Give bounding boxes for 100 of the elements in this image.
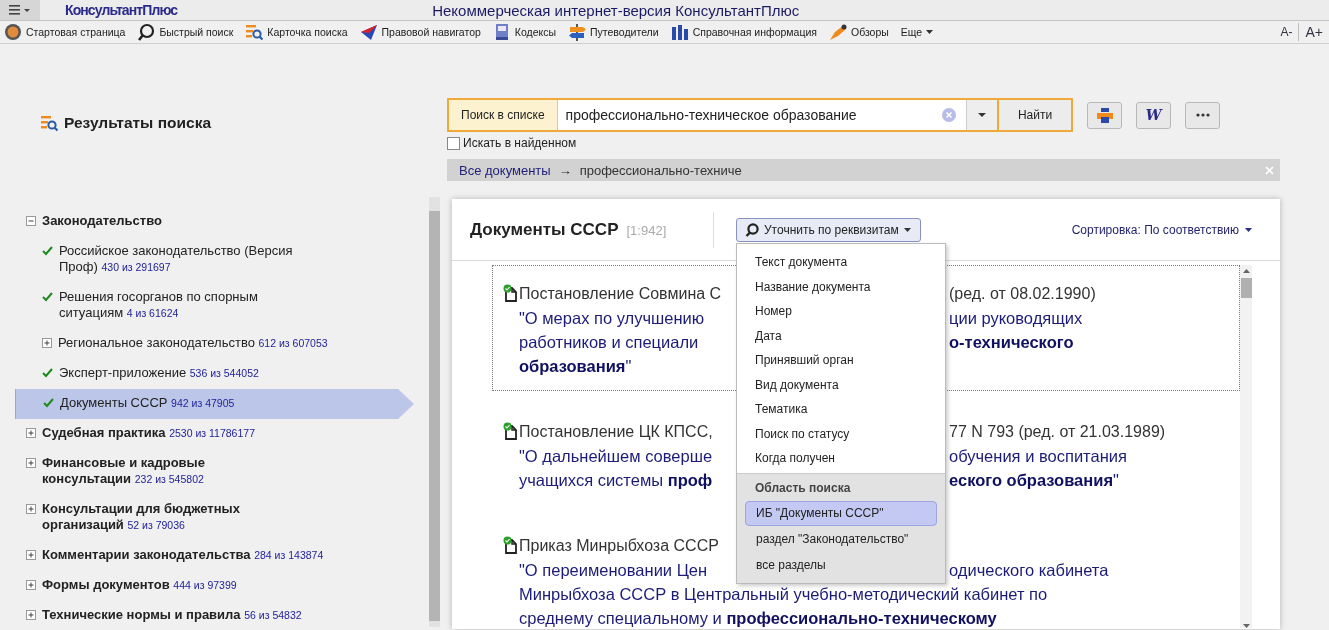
tree-item[interactable]: Законодательство — [15, 207, 415, 237]
refine-button[interactable]: Уточнить по реквизитам — [736, 217, 921, 242]
document-title[interactable]: среднему специальному и профессионально-техническому — [519, 608, 997, 628]
breadcrumb-separator: → — [558, 162, 572, 178]
menu-item[interactable]: Когда получен — [737, 446, 945, 471]
document-title[interactable]: Минрыбхоза СССР в Центральный учебно-методический кабинет по — [519, 584, 1048, 604]
tree-item[interactable]: Эксперт-приложение 536 из 544052 — [15, 359, 415, 389]
document-title[interactable]: образования" — [519, 356, 632, 376]
font-size-button[interactable]: A+ — [1305, 24, 1323, 40]
panel-title: Документы СССР — [470, 219, 619, 240]
expand-icon[interactable] — [26, 550, 36, 560]
tree-item[interactable]: Консультации для бюджетных организаций 52 из 79036 — [15, 495, 415, 541]
expand-icon[interactable] — [26, 580, 36, 590]
caret-icon[interactable] — [926, 29, 935, 35]
document-citation[interactable]: Постановление ЦК КПСС, — [519, 423, 737, 441]
bar-chart-icon[interactable] — [670, 23, 689, 41]
tree-item[interactable]: Документы СССР 942 из 47905 — [15, 389, 415, 419]
menu-option[interactable]: раздел "Законодательство" — [745, 526, 937, 552]
menu-item[interactable]: Вид документа — [737, 372, 945, 397]
document-title[interactable]: о-технического — [949, 332, 1074, 352]
signpost-icon[interactable] — [568, 23, 587, 41]
document-title[interactable]: еского образования" — [949, 470, 1119, 490]
menu-option[interactable]: ИБ "Документы СССР" — [745, 500, 937, 526]
toolbar-button[interactable]: Кодексы — [492, 23, 557, 41]
font-size-button[interactable]: A- — [1280, 25, 1293, 39]
search-icon[interactable] — [137, 23, 156, 41]
sort-dropdown[interactable]: Сортировка: По соответствию — [1071, 222, 1253, 237]
document-citation[interactable]: (ред. от 08.02.1990) — [949, 285, 1096, 303]
document-title[interactable]: обучения и воспитания — [949, 446, 1127, 466]
check-icon[interactable] — [43, 398, 54, 408]
ellipsis-icon[interactable] — [1195, 113, 1210, 117]
tree-item[interactable]: Формы документов 444 из 97399 — [15, 571, 415, 601]
menu-item[interactable]: Номер — [737, 299, 945, 324]
tree-item[interactable]: Региональное законодательство 612 из 607053 — [15, 329, 415, 359]
expand-icon[interactable] — [26, 458, 36, 468]
print-button[interactable] — [1087, 101, 1122, 129]
menu-item[interactable]: Название документа — [737, 274, 945, 299]
pen-icon[interactable] — [828, 23, 847, 41]
printer-icon[interactable] — [1096, 107, 1113, 123]
tree-item[interactable]: Финансовые и кадровые консультации 232 из 545802 — [15, 449, 415, 495]
toolbar-button[interactable]: Обзоры — [828, 23, 889, 41]
find-button[interactable]: Найти — [997, 100, 1071, 130]
menu-item[interactable]: Дата — [737, 323, 945, 348]
tree-item[interactable]: Российское законодательство (Версия Проф) 430 из 291697 — [15, 237, 415, 283]
check-icon[interactable] — [42, 246, 53, 256]
document-title[interactable]: "О переименовании Цен — [519, 560, 737, 580]
toolbar-button[interactable]: Справочная информация — [670, 23, 817, 41]
tree-item[interactable]: Решения госорганов по спорным ситуациям 4 из 61624 — [15, 283, 415, 329]
check-icon[interactable] — [42, 368, 53, 378]
document-title[interactable]: одического кабинета — [949, 560, 1109, 580]
document-citation[interactable]: 77 N 793 (ред. от 21.03.1989) — [949, 423, 1166, 441]
menu-item[interactable]: Тематика — [737, 397, 945, 422]
globe-icon[interactable] — [4, 23, 22, 41]
tree-item[interactable]: Технические нормы и правила 56 из 54832 — [15, 601, 415, 630]
breadcrumb-link[interactable]: Все документы — [459, 162, 551, 178]
menu-item[interactable]: Текст документа — [737, 250, 945, 275]
search-card-icon[interactable] — [245, 23, 264, 41]
document-title[interactable]: ции руководящих — [949, 308, 1083, 328]
document-title[interactable]: "О мерах по улучшению — [519, 308, 737, 328]
tree-item[interactable]: Комментарии законодательства 284 из 143874 — [15, 541, 415, 571]
document-title[interactable]: работников и специали — [519, 332, 737, 352]
caret-icon[interactable] — [903, 226, 912, 233]
toolbar-button[interactable]: Стартовая страница — [4, 23, 126, 41]
menu-icon[interactable] — [9, 4, 31, 16]
toolbar-button[interactable]: Еще — [900, 26, 935, 38]
tree-item[interactable]: Судебная практика 2530 из 11786177 — [15, 419, 415, 449]
toolbar-button[interactable]: Быстрый поиск — [137, 23, 234, 41]
toolbar-button[interactable]: Карточка поиска — [245, 23, 348, 41]
expand-icon[interactable] — [26, 428, 36, 438]
logo[interactable]: КонсультантПлюс — [65, 2, 178, 18]
menu-option[interactable]: все разделы — [745, 552, 937, 578]
checkbox-label[interactable]: Искать в найденном — [463, 136, 577, 150]
word-button[interactable]: W — [1136, 101, 1171, 129]
toolbar-button[interactable]: Правовой навигатор — [359, 23, 481, 41]
document-title[interactable]: "О дальнейшем соверше — [519, 446, 737, 466]
scroll-down-icon[interactable] — [1242, 623, 1250, 628]
toolbar-button[interactable]: Путеводители — [568, 23, 659, 41]
document-title[interactable]: учащихся системы проф — [519, 470, 737, 490]
check-icon[interactable] — [42, 292, 53, 302]
search-field[interactable]: профессионально-техническое образование — [557, 100, 966, 130]
scroll-up-icon[interactable] — [1242, 269, 1250, 274]
search-mode-label[interactable]: Поиск в списке — [449, 100, 558, 130]
pointer-icon[interactable] — [359, 23, 378, 41]
checkbox[interactable] — [447, 136, 460, 150]
caret-icon[interactable] — [977, 112, 987, 118]
expand-icon[interactable] — [26, 610, 36, 620]
menu-button[interactable] — [0, 0, 40, 20]
document-citation[interactable]: Приказ Минрыбхоза СССР — [519, 537, 737, 555]
menu-item[interactable]: Поиск по статусу — [737, 421, 945, 446]
scrollbar-thumb[interactable] — [1240, 278, 1252, 298]
document-icon — [503, 284, 519, 302]
scrollbar[interactable] — [1240, 265, 1252, 628]
expand-icon[interactable] — [42, 338, 52, 348]
menu-item[interactable]: Принявший орган — [737, 348, 945, 373]
document-icon — [503, 422, 519, 440]
document-citation[interactable]: Постановление Совмина С — [519, 285, 737, 303]
collapse-icon[interactable] — [26, 216, 36, 226]
expand-icon[interactable] — [26, 504, 36, 514]
caret-icon[interactable] — [1245, 226, 1253, 233]
search-icon[interactable] — [745, 222, 759, 237]
